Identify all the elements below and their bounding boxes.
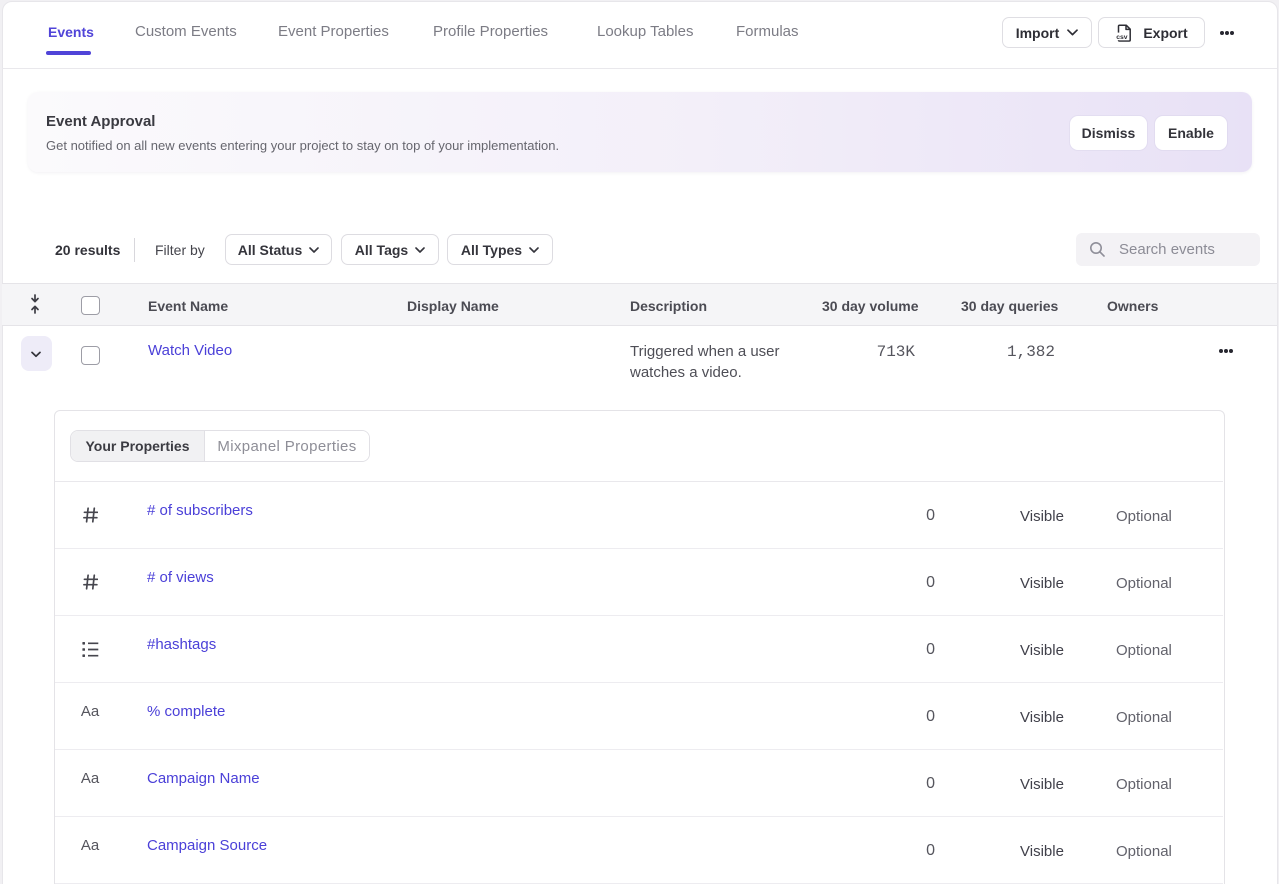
- svg-text:csv: csv: [1117, 34, 1129, 41]
